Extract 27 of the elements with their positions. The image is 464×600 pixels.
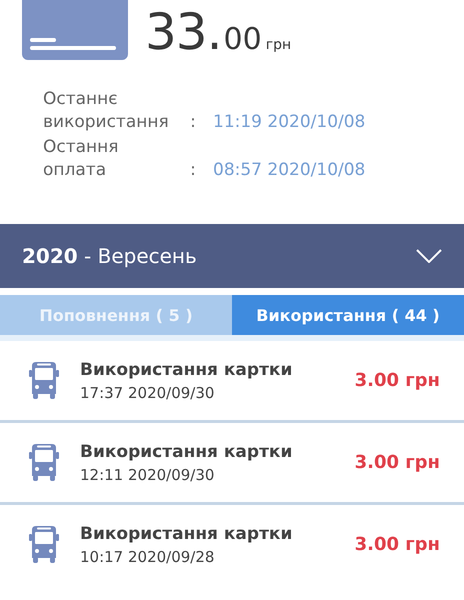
bus-icon bbox=[28, 362, 60, 400]
transaction-amount: 3.00 грн bbox=[354, 534, 440, 555]
balance-amount: 33. bbox=[145, 2, 222, 62]
transaction-row[interactable]: Використання картки 17:37 2020/09/30 3.00 грн bbox=[0, 341, 464, 420]
tab[interactable]: Використання ( 44 ) bbox=[232, 295, 464, 335]
period-label: 2020 - Вересень bbox=[22, 244, 197, 268]
info-label: Останнє використання bbox=[43, 88, 170, 134]
transaction-row[interactable]: Використання картки 10:17 2020/09/28 3.00 грн bbox=[0, 505, 464, 584]
info-separator: : bbox=[189, 111, 197, 134]
transaction-time: 10:17 2020/09/28 bbox=[80, 548, 216, 566]
info-value: 11:19 2020/10/08 bbox=[213, 111, 366, 134]
transaction-amount: 3.00 грн bbox=[354, 370, 440, 391]
balance-decimals: 00 bbox=[224, 22, 262, 57]
transaction-time: 12:11 2020/09/30 bbox=[80, 466, 216, 484]
transaction-time: 17:37 2020/09/30 bbox=[80, 384, 216, 402]
bus-icon bbox=[28, 444, 60, 482]
period-selector[interactable]: 2020 - Вересень bbox=[0, 224, 464, 288]
transaction-row[interactable]: Використання картки 12:11 2020/09/30 3.00 грн bbox=[0, 423, 464, 502]
transaction-title: Використання картки bbox=[80, 360, 294, 380]
info-label: Остання оплата bbox=[43, 136, 120, 182]
transaction-title: Використання картки bbox=[80, 442, 294, 462]
info-value: 08:57 2020/10/08 bbox=[213, 159, 366, 182]
bus-icon bbox=[28, 526, 60, 564]
balance-currency: грн bbox=[266, 37, 292, 53]
info-separator: : bbox=[189, 159, 197, 182]
transaction-amount: 3.00 грн bbox=[354, 452, 440, 473]
transaction-title: Використання картки bbox=[80, 524, 294, 544]
